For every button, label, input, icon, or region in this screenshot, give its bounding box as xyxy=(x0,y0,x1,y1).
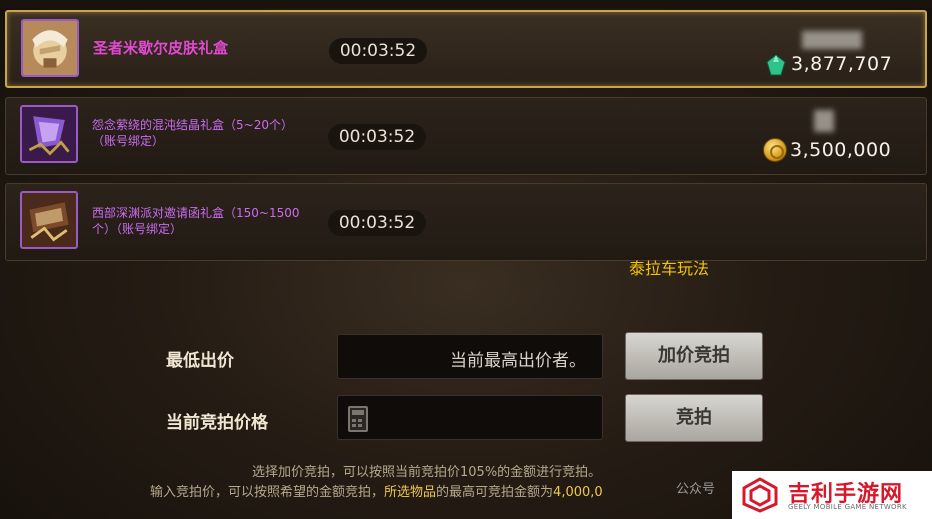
blurred-seller-name xyxy=(814,110,834,132)
item-2-timer: 00:03:52 xyxy=(328,124,426,150)
note-line-2-a: 输入竞拍价，可以按照希望的金额竞拍， xyxy=(150,485,385,500)
bid-price-input[interactable] xyxy=(337,395,603,440)
item-3-name-line2: 个）（账号绑定） xyxy=(92,222,183,236)
blurred-seller-name xyxy=(802,31,862,49)
watermark-text: 泰拉车玩法 xyxy=(629,259,710,278)
item-1-name: 圣者米歇尔皮肤礼盒 xyxy=(93,39,229,57)
auction-item-row-3[interactable]: 西部深渊派对邀请函礼盒（150~1500 个）（账号绑定） 00:03:52 xyxy=(5,183,927,261)
note-line-2-value: 4,000,0 xyxy=(553,485,603,500)
note-line-1: 选择加价竞拍，可以按照当前竞拍价105%的金额进行竞拍。 xyxy=(252,465,602,480)
min-bid-field: 当前最高出价者。 xyxy=(337,334,603,379)
item-1-icon xyxy=(21,19,79,77)
item-1-price: 3,877,707 xyxy=(791,53,893,75)
item-2-name-line1: 怨念萦绕的混沌结晶礼盒（5~20个） xyxy=(92,118,293,132)
top-edge xyxy=(0,0,932,8)
min-bid-label: 最低出价 xyxy=(166,351,234,371)
bid-button[interactable]: 竞拍 xyxy=(625,394,763,442)
item-3-timer: 00:03:52 xyxy=(328,210,426,236)
note-line-2-b: 的最高可竞拍金额为 xyxy=(436,485,554,500)
raise-bid-button[interactable]: 加价竞拍 xyxy=(625,332,763,380)
auction-item-row-1[interactable]: 圣者米歇尔皮肤礼盒 00:03:52 3,877,707 xyxy=(5,10,927,88)
calculator-icon[interactable] xyxy=(348,406,368,432)
item-2-name-line2: （账号绑定） xyxy=(92,134,165,148)
gold-coin-icon xyxy=(763,138,787,162)
site-logo: 吉利手游网 GEELY MOBILE GAME NETWORK xyxy=(732,471,932,519)
item-2-price: 3,500,000 xyxy=(790,139,892,161)
current-price-label: 当前竞拍价格 xyxy=(166,413,268,433)
item-1-timer: 00:03:52 xyxy=(329,38,427,64)
logo-mark-icon xyxy=(742,477,778,513)
note-line-2: 输入竞拍价，可以按照希望的金额竞拍，所选物品的最高可竞拍金额为4,000,0 xyxy=(150,481,603,500)
note-line-2-highlight: 所选物品 xyxy=(384,485,437,500)
auction-item-row-2[interactable]: 怨念萦绕的混沌结晶礼盒（5~20个） （账号绑定） 00:03:52 3,500… xyxy=(5,97,927,175)
wechat-watermark: 公众号 xyxy=(676,482,716,497)
item-3-name-line1: 西部深渊派对邀请函礼盒（150~1500 xyxy=(92,206,300,220)
item-3-icon xyxy=(20,191,78,249)
logo-subtitle: GEELY MOBILE GAME NETWORK xyxy=(788,503,907,511)
gem-icon xyxy=(766,54,786,76)
min-bid-value: 当前最高出价者。 xyxy=(450,351,586,371)
item-2-icon xyxy=(20,105,78,163)
